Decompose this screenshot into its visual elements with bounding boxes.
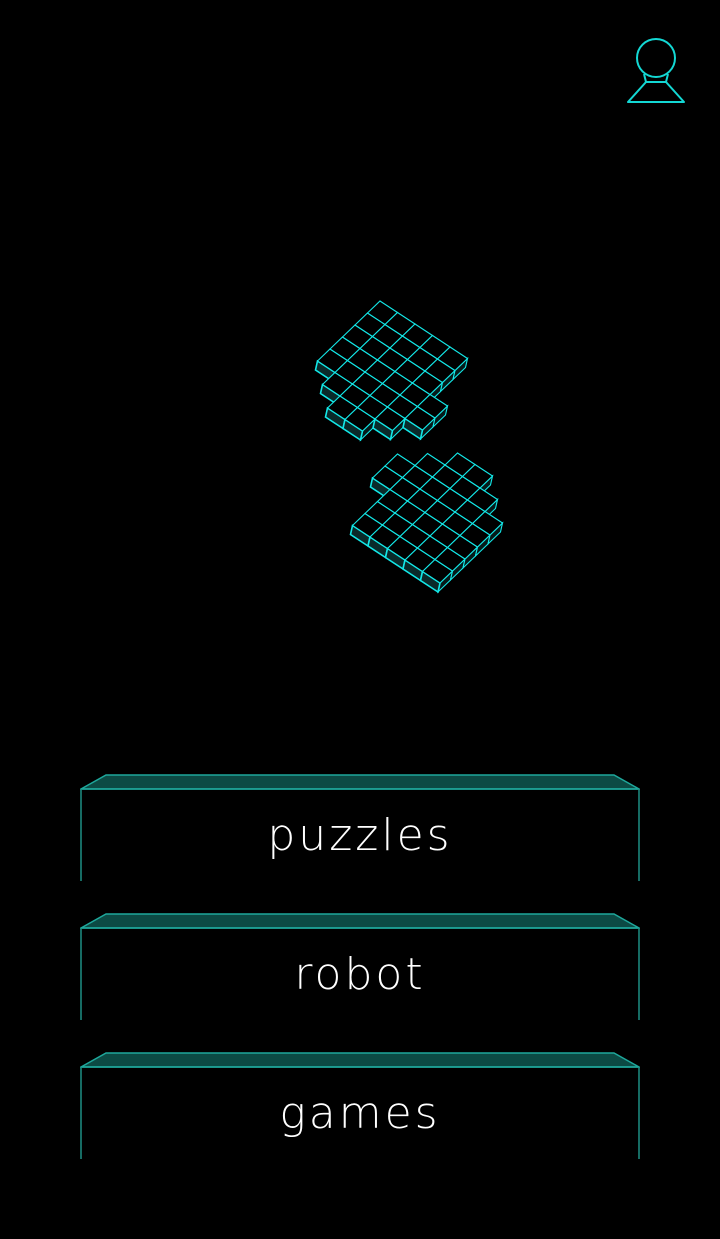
robot-button[interactable]: robot bbox=[80, 912, 640, 1020]
voxel-logo-graphic bbox=[314, 300, 504, 594]
puzzles-button[interactable]: puzzles bbox=[80, 773, 640, 881]
voxel-cube-logo bbox=[160, 270, 560, 650]
games-button[interactable]: games bbox=[80, 1051, 640, 1159]
user-profile-icon bbox=[627, 38, 685, 103]
profile-button[interactable] bbox=[622, 36, 690, 108]
puzzles-button-label: puzzles bbox=[267, 810, 453, 861]
robot-button-label: robot bbox=[294, 949, 426, 1000]
games-button-label: games bbox=[279, 1088, 441, 1139]
voxel-grid bbox=[314, 300, 504, 594]
